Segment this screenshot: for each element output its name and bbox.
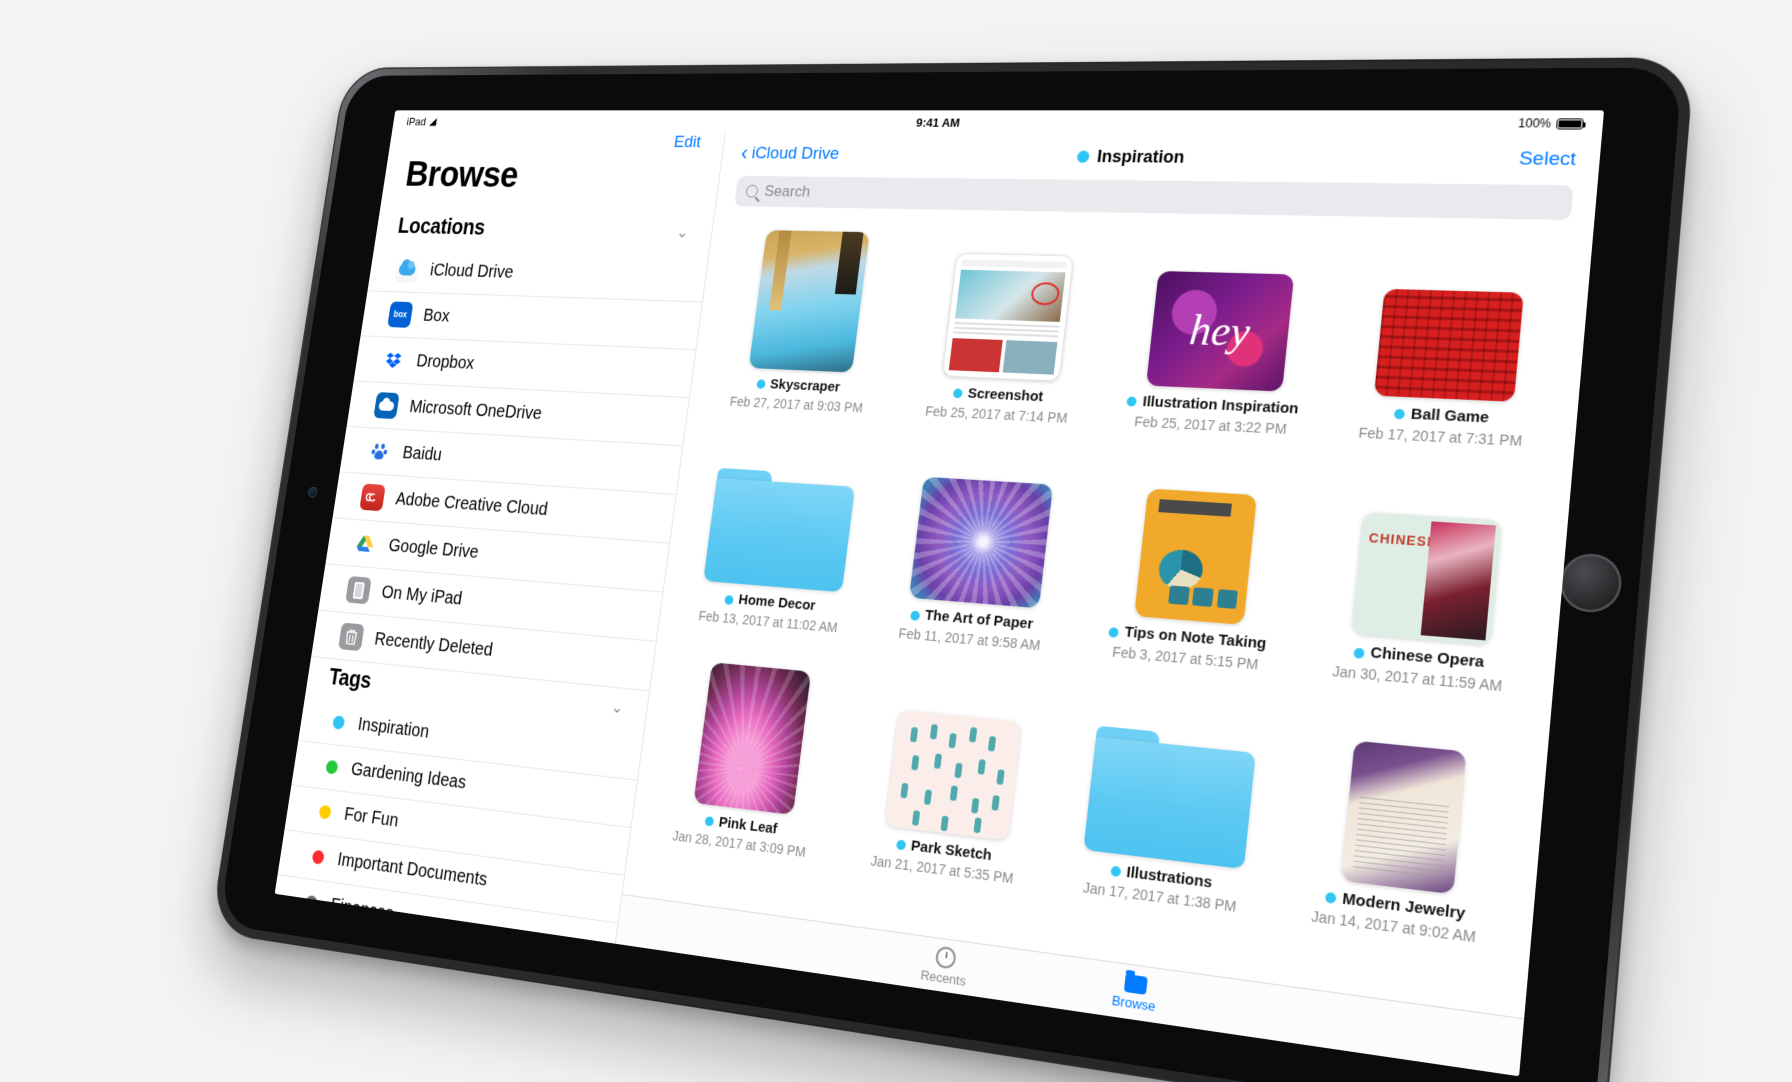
file-item[interactable]: Park Sketch Jan 21, 2017 at 5:35 PM [849, 665, 1059, 891]
tab-browse[interactable]: Browse [1111, 972, 1158, 1014]
tag-color-dot [1324, 891, 1337, 904]
tag-color-dot [1393, 409, 1406, 420]
folder-icon [703, 468, 856, 593]
tag-color-dot [909, 610, 920, 621]
tag-color-dot [1126, 396, 1138, 408]
file-item[interactable]: Ball Game Feb 17, 2017 at 7:31 PM [1335, 234, 1565, 451]
file-name: Screenshot [966, 385, 1045, 406]
tag-color-dot [1108, 626, 1120, 638]
screenshot-stage: iPad ◢ 9:41 AM 100% Edit Browse Location… [0, 0, 1792, 1082]
tab-recents[interactable]: Recents [920, 943, 970, 988]
chevron-left-icon: ‹ [739, 140, 750, 164]
device-name-label: iPad [405, 114, 427, 128]
back-button[interactable]: ‹ iCloud Drive [739, 140, 841, 164]
file-name: Ball Game [1410, 405, 1490, 427]
tab-label: Recents [919, 966, 967, 989]
back-button-label: iCloud Drive [750, 144, 841, 164]
wifi-icon: ◢ [428, 115, 438, 128]
file-thumbnail-box [908, 445, 1057, 609]
file-caption: Illustration Inspiration Feb 25, 2017 at… [1124, 393, 1299, 439]
file-thumbnail [1373, 288, 1524, 402]
file-caption: Park Sketch Jan 21, 2017 at 5:35 PM [870, 832, 1017, 888]
tag-color-dot [1353, 647, 1365, 659]
file-thumbnail [1340, 740, 1467, 894]
status-bar-left: iPad ◢ [406, 115, 747, 129]
file-thumbnail-box [1373, 235, 1529, 402]
file-caption: Chinese Opera Jan 30, 2017 at 11:59 AM [1331, 641, 1505, 696]
file-item[interactable]: Modern Jewelry Jan 14, 2017 at 9:02 AM [1286, 706, 1521, 951]
battery-percent-label: 100% [1517, 116, 1552, 131]
file-thumbnail [884, 709, 1022, 841]
ipad-device: iPad ◢ 9:41 AM 100% Edit Browse Location… [209, 57, 1695, 1082]
tag-color-dot [952, 388, 963, 399]
file-thumbnail [748, 230, 870, 373]
file-thumbnail [693, 661, 812, 815]
file-thumbnail-box [693, 651, 813, 815]
file-thumbnail-box [1340, 711, 1469, 894]
file-item[interactable]: Tips on Note Taking Feb 3, 2017 at 5:15 … [1086, 455, 1305, 677]
battery-icon [1555, 117, 1584, 130]
file-caption: Modern Jewelry Jan 14, 2017 at 9:02 AM [1311, 886, 1479, 948]
tag-color-dot [895, 839, 907, 851]
select-button[interactable]: Select [1518, 148, 1577, 171]
file-item[interactable]: CHINESE Chinese Opera Jan 30, 2017 at 11… [1311, 467, 1543, 698]
nav-title: Inspiration [722, 144, 1601, 171]
file-thumbnail-box [748, 223, 871, 373]
clock-icon [934, 945, 957, 970]
file-thumbnail-box [884, 668, 1027, 841]
file-caption: Ball Game Feb 17, 2017 at 7:31 PM [1358, 403, 1525, 450]
file-caption: The Art of Paper Feb 11, 2017 at 9:58 AM [898, 605, 1044, 655]
